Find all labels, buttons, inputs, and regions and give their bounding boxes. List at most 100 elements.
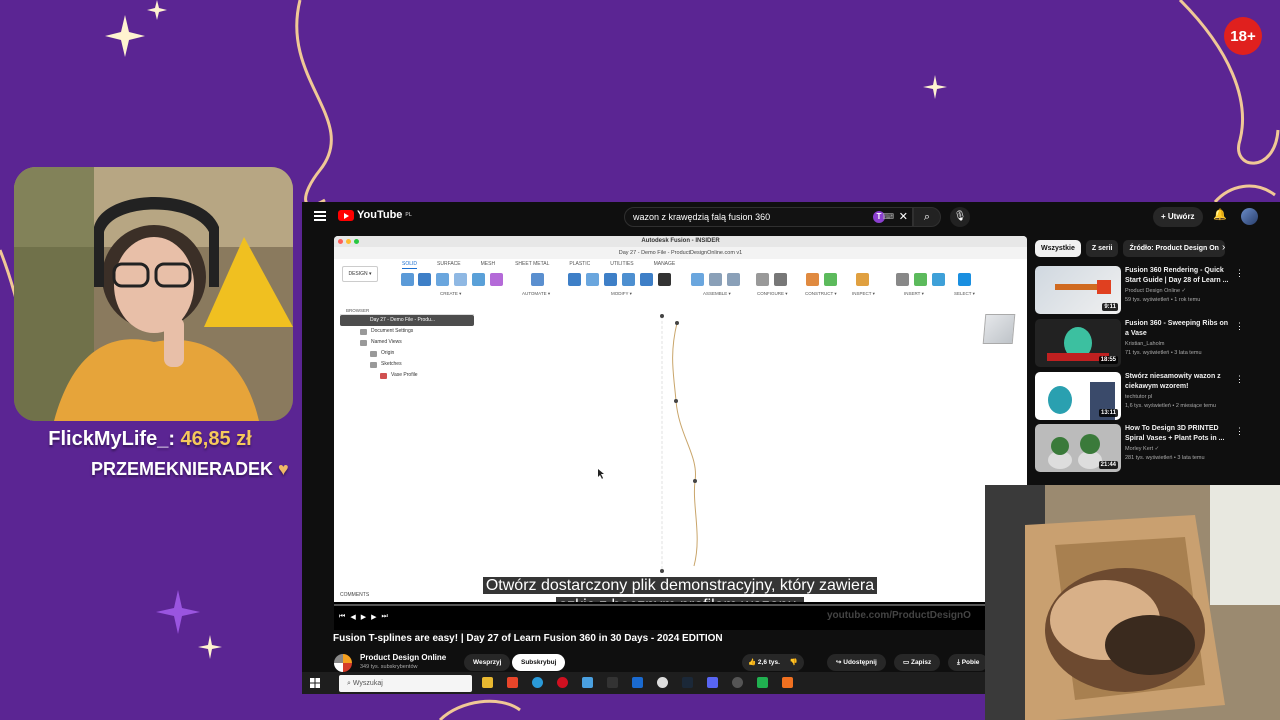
video-title[interactable]: Fusion 360 - Sweeping Ribs on a Vase (1125, 319, 1233, 339)
channel-name[interactable]: Product Design Online (360, 653, 446, 662)
clear-search-icon[interactable]: ✕ (899, 210, 908, 223)
create-button[interactable]: + Utwórz (1153, 207, 1203, 227)
notifications-bell-icon[interactable]: 🔔 (1213, 208, 1227, 221)
save-button[interactable]: ▭ Zapisz (894, 654, 941, 671)
youtube-logo-text: YouTube (357, 209, 403, 221)
edge-icon[interactable] (532, 677, 543, 688)
obs-icon[interactable] (732, 677, 743, 688)
file-explorer-icon[interactable] (482, 677, 493, 688)
fusion-360-icon[interactable] (782, 677, 793, 688)
app-icon[interactable] (582, 677, 593, 688)
discord-icon[interactable] (707, 677, 718, 688)
windows-start-icon[interactable] (310, 678, 320, 688)
video-duration: 21:44 (1098, 461, 1118, 469)
search-query: wazon z krawędzią falą fusion 360 (633, 212, 771, 222)
video-title[interactable]: Stwórz niesamowity wazon z ciekawym wzor… (1125, 372, 1233, 392)
video-channel[interactable]: techtutor pl (1125, 394, 1152, 400)
skip-start-icon[interactable]: ⏮ (339, 613, 345, 621)
channel-avatar[interactable] (334, 654, 352, 672)
streamer-webcam (14, 167, 293, 421)
share-icon: ↪ (836, 659, 842, 666)
more-options-icon[interactable]: ⋮ (1235, 426, 1244, 437)
youtube-play-icon (338, 209, 354, 221)
bookmark-icon: ▭ (903, 659, 910, 666)
like-button[interactable]: 👍 2,6 tys. 👎 (742, 654, 804, 671)
donation-alert-name: FlickMyLife_: 46,85 zł (0, 428, 300, 451)
thumbs-up-icon: 👍 (748, 659, 757, 666)
thumbs-down-icon[interactable]: 👎 (790, 659, 798, 666)
video-channel[interactable]: Product Design Online ✓ (1125, 288, 1186, 294)
app-icon[interactable] (757, 677, 768, 688)
recommendation-filters: Wszystkie Z serii Źródło: Product Design… (1035, 240, 1225, 257)
video-meta: 59 tys. wyświetleń • 1 rok temu (1125, 297, 1201, 303)
donation-message: PRZEMEKNIERADEK ♥ (91, 459, 289, 480)
video-title[interactable]: Fusion 360 Rendering - Quick Start Guide… (1125, 266, 1233, 286)
chip-source[interactable]: Źródło: Product Design On (1123, 240, 1225, 257)
keyboard-icon[interactable]: ⌨ (882, 212, 894, 221)
more-options-icon[interactable]: ⋮ (1235, 374, 1244, 385)
chrome-icon[interactable] (657, 677, 668, 688)
share-button[interactable]: ↪ Udostępnij (827, 654, 886, 671)
recommended-video[interactable]: 21:44 How To Design 3D PRINTED Spiral Va… (1035, 424, 1275, 474)
video-player[interactable]: Autodesk Fusion - INSIDER Day 27 - Demo … (334, 236, 1027, 602)
like-count: 2,6 tys. (757, 659, 780, 666)
taskbar-search-input[interactable]: ⌕ Wyszukaj (339, 675, 472, 692)
menu-icon[interactable] (314, 211, 326, 221)
save-label: Zapisz (910, 659, 932, 666)
cat-camera (985, 485, 1280, 720)
chevron-right-icon[interactable]: › (1222, 242, 1225, 253)
brave-browser-icon[interactable] (507, 677, 518, 688)
step-back-icon[interactable]: ◀ (350, 613, 355, 621)
video-channel[interactable]: Kristian_Laholm (1125, 341, 1164, 347)
recommended-video[interactable]: 13:11 Stwórz niesamowity wazon z ciekawy… (1035, 372, 1275, 422)
channel-row: Product Design Online 349 tys. subskrybe… (334, 653, 1054, 673)
opera-icon[interactable] (557, 677, 568, 688)
download-icon: ⤓ (957, 659, 960, 666)
play-icon[interactable]: ▶ (361, 613, 366, 621)
search-input[interactable]: wazon z krawędzią falą fusion 360 T ⌨ ✕ (624, 207, 913, 227)
video-duration: 9:11 (1102, 303, 1118, 311)
video-meta: 1,6 tys. wyświetleń • 2 miesiące temu (1125, 403, 1216, 409)
account-avatar[interactable] (1241, 208, 1258, 225)
video-thumbnail[interactable]: 13:11 (1035, 372, 1121, 420)
video-channel[interactable]: Morley Kert ✓ (1125, 446, 1159, 452)
video-duration: 13:11 (1098, 409, 1118, 417)
video-thumbnail[interactable]: 18:55 (1035, 319, 1121, 367)
video-meta: 71 tys. wyświetleń • 3 lata temu (1125, 350, 1202, 356)
share-label: Udostępnij (843, 659, 877, 666)
video-watermark: youtube.com/ProductDesignO (827, 610, 971, 621)
step-forward-icon[interactable]: ▶ (371, 613, 376, 621)
recommended-video[interactable]: 9:11 Fusion 360 Rendering - Quick Start … (1035, 266, 1275, 316)
donation-amount: 46,85 zł (180, 428, 252, 450)
download-button[interactable]: ⤓ Pobie (948, 654, 989, 671)
caption-line-1: Otwórz dostarczony plik demonstracyjny, … (482, 577, 878, 594)
support-button[interactable]: Wesprzyj (464, 654, 511, 671)
recommended-video[interactable]: 18:55 Fusion 360 - Sweeping Ribs on a Va… (1035, 319, 1275, 369)
subscriber-count: 349 tys. subskrybentów (360, 664, 418, 670)
more-options-icon[interactable]: ⋮ (1235, 321, 1244, 332)
chip-all[interactable]: Wszystkie (1035, 240, 1081, 257)
donation-message-text: PRZEMEKNIERADEK (91, 459, 274, 479)
steam-icon[interactable] (682, 677, 693, 688)
donor-name: FlickMyLife_: (48, 428, 175, 450)
microphone-icon[interactable]: 🎙 (950, 207, 970, 227)
video-title[interactable]: How To Design 3D PRINTED Spiral Vases + … (1125, 424, 1233, 444)
more-options-icon[interactable]: ⋮ (1235, 268, 1244, 279)
comments-panel: COMMENTS (340, 592, 370, 598)
chip-series[interactable]: Z serii (1085, 240, 1119, 257)
subscribe-button[interactable]: Subskrybuj (512, 654, 566, 671)
youtube-logo[interactable]: YouTube PL (338, 209, 412, 221)
video-meta: 281 tys. wyświetleń • 3 lata temu (1125, 455, 1205, 461)
epic-games-icon[interactable] (607, 677, 618, 688)
playback-buttons: ⏮ ◀ ▶ ▶ ⏭ (339, 613, 388, 621)
app-icon[interactable] (632, 677, 643, 688)
search-button[interactable]: ⌕ (913, 207, 941, 227)
sketch-canvas (598, 314, 698, 573)
windows-taskbar: ⌕ Wyszukaj (302, 672, 985, 694)
taskbar-search-placeholder: Wyszukaj (352, 680, 383, 687)
video-thumbnail[interactable]: 21:44 (1035, 424, 1121, 472)
skip-end-icon[interactable]: ⏭ (381, 613, 387, 621)
download-label: Pobie (961, 659, 980, 666)
video-thumbnail[interactable]: 9:11 (1035, 266, 1121, 314)
youtube-country-code: PL (405, 212, 412, 218)
